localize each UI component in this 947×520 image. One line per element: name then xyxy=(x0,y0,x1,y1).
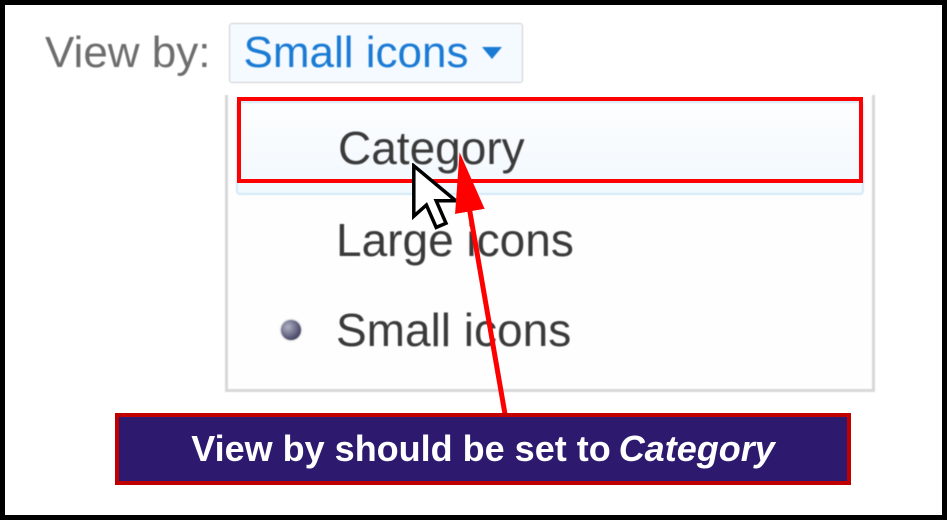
chevron-down-icon xyxy=(480,45,504,61)
callout-text: View by should be set to xyxy=(191,428,610,470)
view-by-row: View by: Small icons xyxy=(5,5,942,93)
annotation-callout: View by should be set to Category xyxy=(115,413,851,485)
radio-selected-icon xyxy=(281,320,301,340)
menu-item-large-icons[interactable]: Large icons xyxy=(236,195,864,285)
view-by-dropdown[interactable]: Small icons xyxy=(229,23,524,83)
radio-slot xyxy=(246,320,336,340)
control-panel-viewby-ui: View by: Small icons Category Large icon… xyxy=(5,5,942,93)
menu-item-label: Small icons xyxy=(336,303,854,357)
view-by-dropdown-menu: Category Large icons Small icons xyxy=(225,95,875,392)
dropdown-selected-text: Small icons xyxy=(244,28,469,78)
menu-item-small-icons[interactable]: Small icons xyxy=(236,285,864,375)
menu-item-category[interactable]: Category xyxy=(236,101,864,195)
menu-item-label: Category xyxy=(338,121,852,175)
menu-item-label: Large icons xyxy=(336,213,854,267)
screenshot-canvas: View by: Small icons Category Large icon… xyxy=(5,5,942,515)
view-by-label: View by: xyxy=(45,28,211,78)
callout-emph: Category xyxy=(619,428,775,470)
